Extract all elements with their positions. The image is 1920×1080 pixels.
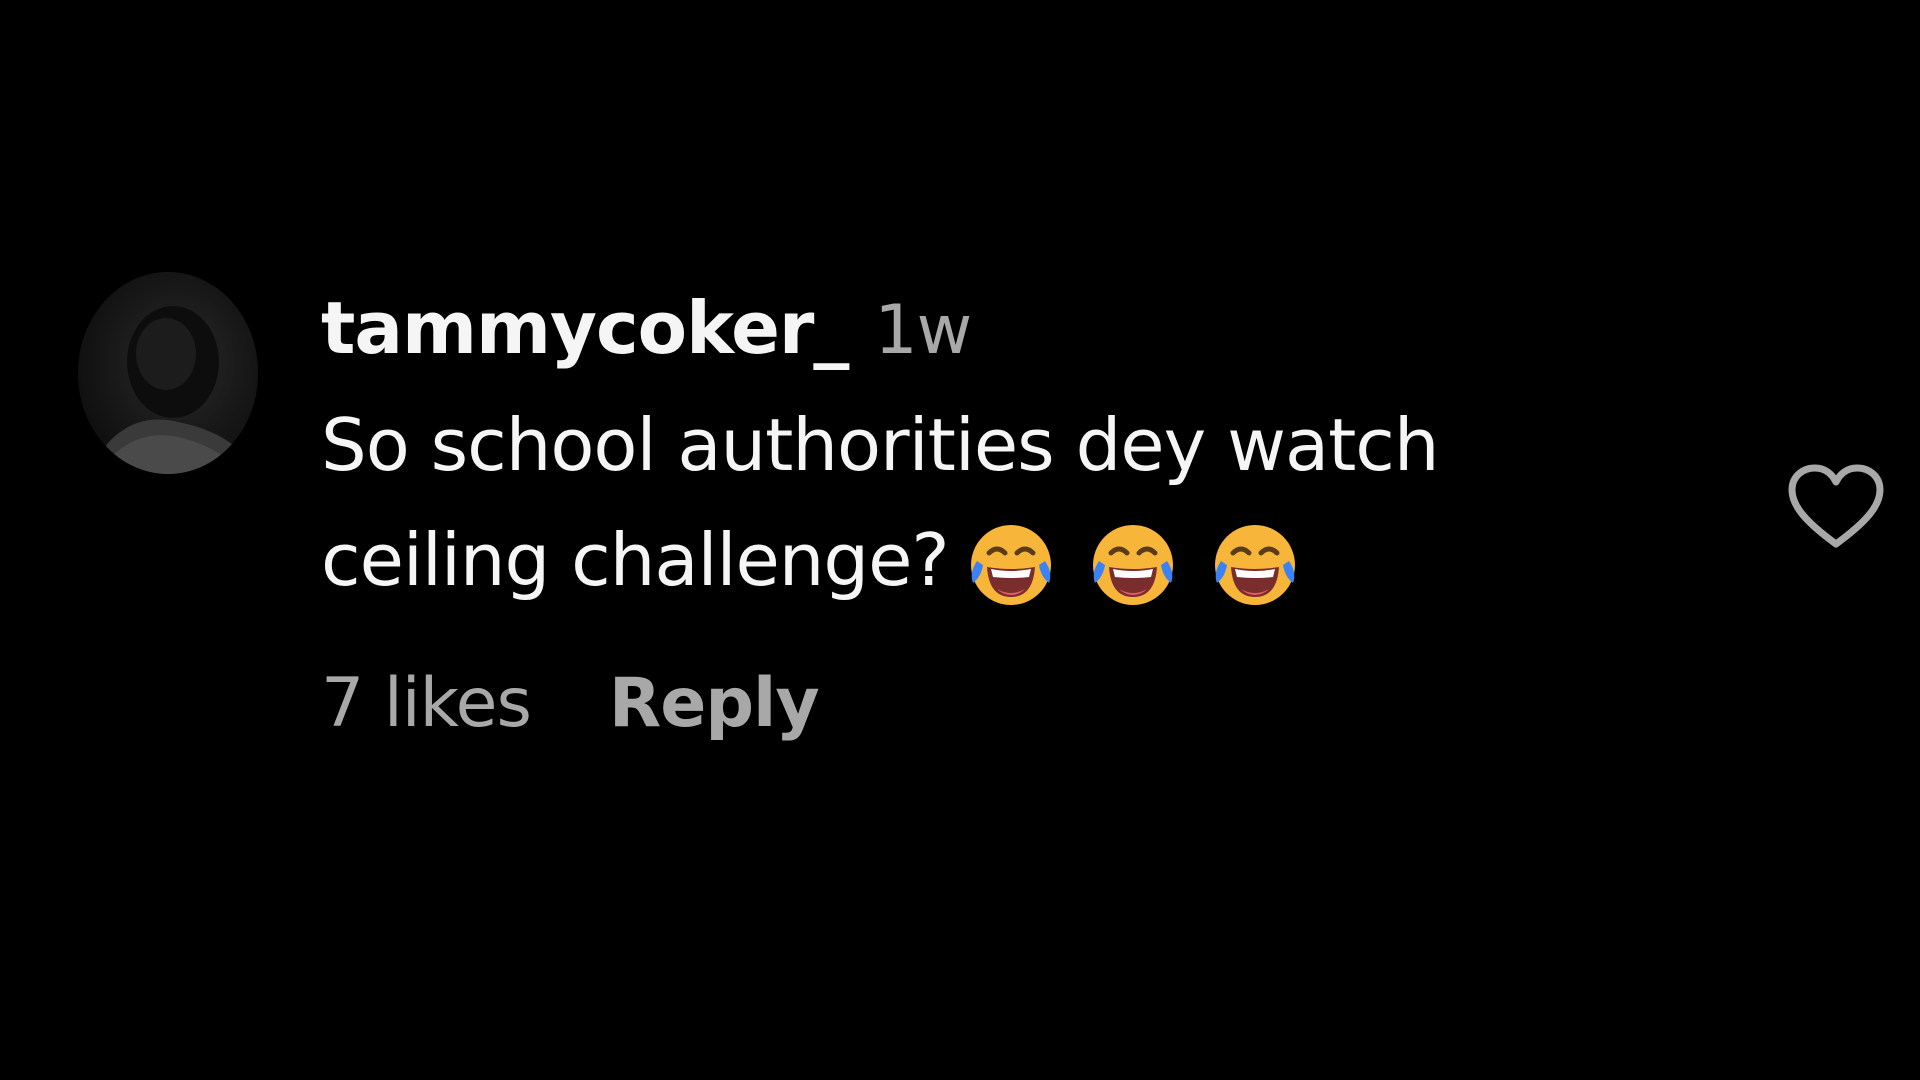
face-with-tears-of-joy-icon bbox=[1085, 517, 1181, 613]
face-with-tears-of-joy-icon bbox=[963, 517, 1059, 613]
avatar[interactable] bbox=[78, 272, 258, 474]
comment-actions: 7 likes Reply bbox=[321, 658, 1621, 748]
face-with-tears-of-joy-icon bbox=[1207, 517, 1303, 613]
comment-text: So school authorities dey watch ceiling … bbox=[321, 388, 1621, 618]
emoji-group bbox=[963, 517, 1329, 613]
comment-header: tammycoker_ 1w bbox=[321, 286, 1621, 376]
likes-count-link[interactable]: 7 likes bbox=[321, 664, 532, 743]
heart-outline-icon[interactable] bbox=[1786, 462, 1886, 552]
reply-button[interactable]: Reply bbox=[609, 664, 820, 743]
comment-item: tammycoker_ 1w So school authorities dey… bbox=[78, 272, 1898, 772]
comment-body: tammycoker_ 1w So school authorities dey… bbox=[321, 286, 1621, 748]
comment-timestamp[interactable]: 1w bbox=[874, 291, 972, 370]
username-link[interactable]: tammycoker_ bbox=[321, 286, 849, 370]
